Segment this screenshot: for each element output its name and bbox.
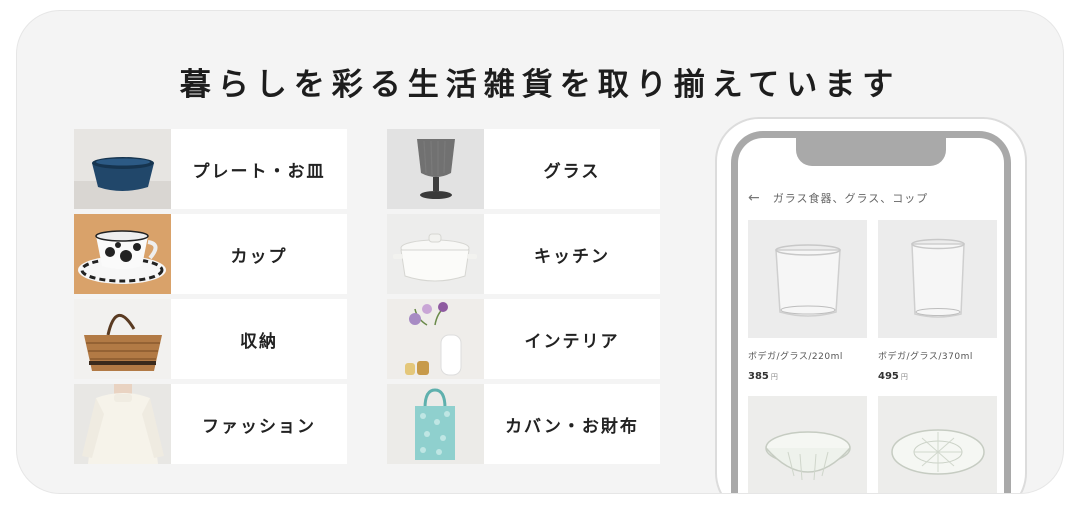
phone-notch xyxy=(796,138,946,166)
product-card[interactable]: ボデガ/グラス/220ml 385 円 xyxy=(748,220,867,382)
category-plate[interactable]: プレート・お皿 xyxy=(74,129,347,209)
phone-mockup: ← ガラス食器、グラス、コップ ボデガ/グラス/220ml 385 円 ボデガ/… xyxy=(715,117,1027,493)
back-arrow-icon[interactable]: ← xyxy=(748,190,761,206)
headline: 暮らしを彩る生活雑貨を取り揃えています xyxy=(179,67,901,103)
category-storage[interactable]: 収納 xyxy=(74,299,347,379)
app-header-title: ガラス食器、グラス、コップ xyxy=(772,192,929,205)
category-label: プレート・お皿 xyxy=(192,161,326,182)
bowl-photo-icon xyxy=(74,129,171,209)
vase-photo-icon xyxy=(387,299,484,379)
category-label: グラス xyxy=(543,161,601,182)
category-label: キッチン xyxy=(534,246,610,267)
category-glass[interactable]: グラス xyxy=(387,129,660,209)
category-bag[interactable]: カバン・お財布 xyxy=(387,384,660,464)
category-label: カップ xyxy=(230,246,288,267)
category-kitchen[interactable]: キッチン xyxy=(387,214,660,294)
category-label: 収納 xyxy=(240,331,278,352)
product-name: ボデガ/グラス/370ml xyxy=(878,352,973,362)
promo-card: 暮らしを彩る生活雑貨を取り揃えています プレート・お皿 カップ 収納 ファッショ… xyxy=(16,10,1064,494)
product-price: 385 円 xyxy=(748,371,778,382)
product-name: ボデガ/グラス/220ml xyxy=(748,352,843,362)
phone-screen: ← ガラス食器、グラス、コップ ボデガ/グラス/220ml 385 円 ボデガ/… xyxy=(731,131,1011,493)
glass-plate-photo-icon xyxy=(878,396,997,493)
glass-tumbler-photo-icon xyxy=(878,220,997,338)
tote-bag-photo-icon xyxy=(387,384,484,464)
category-label: カバン・お財布 xyxy=(505,416,639,437)
category-label: インテリア xyxy=(524,331,620,352)
basket-photo-icon xyxy=(74,299,171,379)
category-interior[interactable]: インテリア xyxy=(387,299,660,379)
product-card[interactable] xyxy=(878,396,997,493)
category-cup[interactable]: カップ xyxy=(74,214,347,294)
product-card[interactable]: ボデガ/グラス/370ml 495 円 xyxy=(878,220,997,382)
goblet-photo-icon xyxy=(387,129,484,209)
pot-photo-icon xyxy=(387,214,484,294)
app-header: ← ガラス食器、グラス、コップ xyxy=(748,190,928,206)
sweater-photo-icon xyxy=(74,384,171,464)
glass-tumbler-photo-icon xyxy=(748,220,867,338)
category-label: ファッション xyxy=(202,416,316,437)
category-fashion[interactable]: ファッション xyxy=(74,384,347,464)
cup-saucer-photo-icon xyxy=(74,214,171,294)
glass-bowl-photo-icon xyxy=(748,396,867,493)
product-card[interactable] xyxy=(748,396,867,493)
product-price: 495 円 xyxy=(878,371,908,382)
